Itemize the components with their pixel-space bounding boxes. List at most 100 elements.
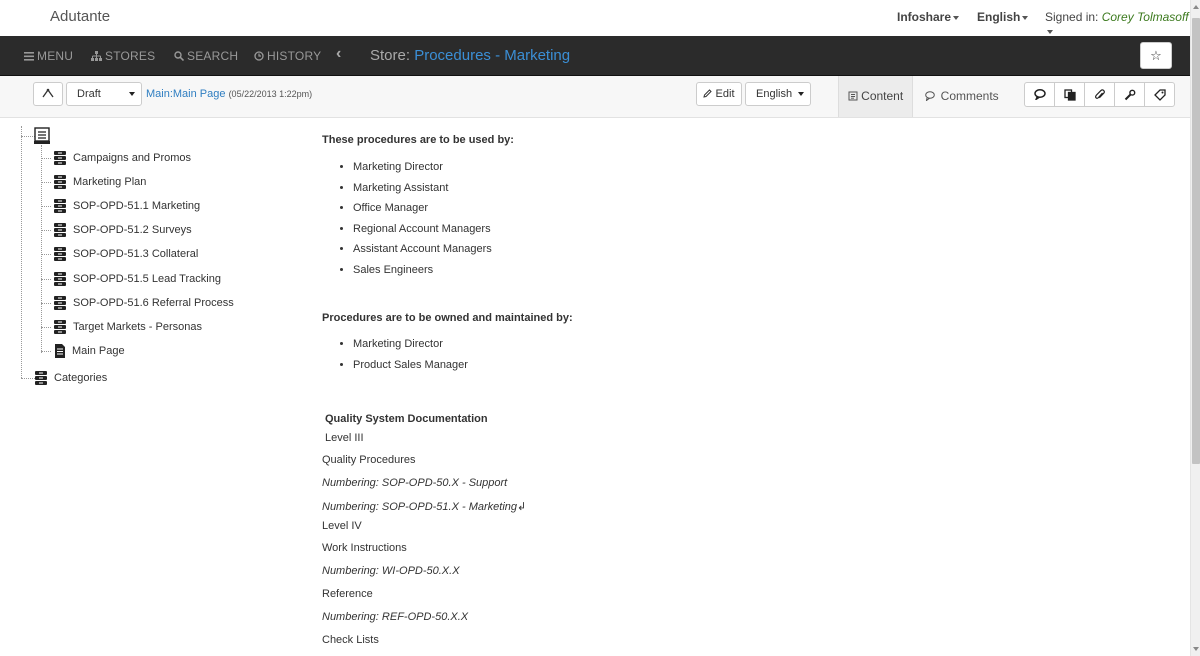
- chat-icon: [1033, 89, 1046, 100]
- numbering-wi-text: Numbering: WI-OPD-50.X.X: [322, 565, 460, 577]
- page-content: These procedures are to be used by: Mark…: [322, 118, 1182, 656]
- tree-item[interactable]: SOP-OPD-51.2 Surveys: [53, 220, 192, 240]
- page-date: (05/22/2013 1:22pm): [228, 89, 313, 99]
- qsd-heading: Quality System Documentation: [325, 413, 488, 425]
- tree-item-label: SOP-OPD-51.6 Referral Process: [73, 296, 234, 309]
- brand-name[interactable]: Adutante: [50, 8, 110, 25]
- copy-button[interactable]: [1054, 82, 1085, 107]
- folder-stack-icon: [53, 222, 67, 238]
- tree-connector: [41, 326, 51, 328]
- reference-text: Reference: [322, 588, 373, 600]
- tree-connector: [41, 278, 51, 280]
- discussion-button[interactable]: [1024, 82, 1055, 107]
- content-language-select[interactable]: English: [745, 82, 811, 106]
- used-by-list: Marketing DirectorMarketing AssistantOff…: [322, 157, 492, 281]
- folder-stack-icon: [53, 271, 67, 287]
- status-select[interactable]: Draft: [66, 82, 142, 106]
- edit-button[interactable]: Edit: [696, 82, 742, 106]
- scroll-thumb[interactable]: [1192, 18, 1200, 464]
- list-item: Marketing Assistant: [353, 178, 492, 199]
- tab-comments[interactable]: Comments: [916, 76, 1008, 117]
- folder-stack-icon: [53, 150, 67, 166]
- language-menu[interactable]: English: [977, 10, 1029, 24]
- tree-connector: [41, 351, 51, 352]
- comments-icon: [925, 91, 936, 102]
- nav-menu[interactable]: MENU: [24, 49, 73, 63]
- user-name: Corey Tolmasoff: [1101, 10, 1189, 24]
- pencil-icon: [703, 89, 713, 98]
- store-name-link[interactable]: Procedures - Marketing: [414, 47, 570, 64]
- check-lists-text: Check Lists: [322, 634, 379, 646]
- owned-by-list: Marketing DirectorProduct Sales Manager: [322, 334, 468, 375]
- caret-down-icon: [1047, 29, 1053, 34]
- tree-connector: [41, 302, 51, 304]
- tag-icon: [1153, 88, 1166, 101]
- store-title: Store: Procedures - Marketing: [370, 47, 570, 64]
- sitemap-icon: [91, 51, 102, 61]
- nav-history[interactable]: HISTORY: [254, 49, 321, 63]
- list-item: Marketing Director: [353, 157, 492, 178]
- nav-stores[interactable]: STORES: [91, 49, 155, 63]
- store-root-icon: [34, 127, 50, 145]
- history-icon: [254, 51, 264, 61]
- vertical-scrollbar[interactable]: [1190, 0, 1200, 656]
- tree-item-label: SOP-OPD-51.3 Collateral: [73, 248, 199, 261]
- copy-icon: [1063, 88, 1076, 101]
- search-icon: [174, 51, 185, 62]
- tree-item[interactable]: Target Markets - Personas: [53, 317, 202, 337]
- tree-item-main-page[interactable]: Main Page: [54, 341, 125, 361]
- tools-button[interactable]: [1114, 82, 1145, 107]
- attach-button[interactable]: [1084, 82, 1115, 107]
- numbering-support-text: Numbering: SOP-OPD-50.X - Support: [322, 477, 508, 489]
- folder-stack-icon: [53, 174, 67, 190]
- folder-stack-icon: [53, 295, 67, 311]
- tree-connector: [41, 182, 51, 184]
- tree-item[interactable]: SOP-OPD-51.3 Collateral: [53, 244, 198, 264]
- page-toolbar: Draft Main:Main Page (05/22/2013 1:22pm)…: [0, 76, 1190, 118]
- quality-procedures-text: Quality Procedures: [322, 454, 416, 466]
- tree-item-label: Target Markets - Personas: [73, 320, 202, 333]
- menu-icon: [24, 52, 34, 61]
- tree-item[interactable]: Marketing Plan: [53, 172, 146, 192]
- page-path: Main:Main Page (05/22/2013 1:22pm): [146, 88, 312, 100]
- tree-item[interactable]: SOP-OPD-51.5 Lead Tracking: [53, 269, 221, 289]
- used-by-heading: These procedures are to be used by:: [322, 134, 514, 146]
- user-menu[interactable]: Signed in: Corey Tolmasoff: [1045, 10, 1190, 38]
- list-item: Product Sales Manager: [353, 355, 468, 376]
- folder-stack-icon: [53, 319, 67, 335]
- scroll-down-arrow-icon[interactable]: [1193, 647, 1199, 651]
- tag-button[interactable]: [1144, 82, 1175, 107]
- tree-item-categories[interactable]: Categories: [34, 368, 107, 388]
- level-4-text: Level IV: [322, 520, 362, 532]
- numbering-ref-text: Numbering: REF-OPD-50.X.X: [322, 611, 469, 623]
- tab-content[interactable]: Content: [838, 76, 913, 117]
- folder-stack-icon: [53, 246, 67, 262]
- language-label: English: [977, 10, 1021, 24]
- numbering-marketing-text: Numbering: SOP-OPD-51.X - Marketing↲: [322, 501, 527, 513]
- tree-connector: [21, 378, 35, 379]
- favorite-button[interactable]: ☆: [1140, 42, 1172, 69]
- folder-stack-icon: [53, 198, 67, 214]
- infoshare-label: Infoshare: [897, 10, 952, 24]
- back-button[interactable]: ‹: [336, 45, 341, 63]
- tree-connector: [41, 158, 51, 159]
- list-item: Assistant Account Managers: [353, 239, 492, 260]
- content-language-value: English: [756, 88, 793, 100]
- folder-stack-icon: [34, 370, 48, 386]
- scroll-up-arrow-icon[interactable]: [1193, 5, 1199, 9]
- tree-item[interactable]: SOP-OPD-51.6 Referral Process: [53, 293, 234, 313]
- page-link[interactable]: Main:Main Page: [146, 88, 226, 100]
- owned-by-heading: Procedures are to be owned and maintaine…: [322, 312, 573, 324]
- tree-root[interactable]: [34, 126, 56, 146]
- main-navbar: MENU STORES SEARCH HISTORY ‹ Store: Proc…: [0, 36, 1190, 76]
- tree-item-label: Marketing Plan: [73, 176, 147, 189]
- infoshare-menu[interactable]: Infoshare: [897, 10, 960, 24]
- tree-item-label: SOP-OPD-51.1 Marketing: [73, 200, 201, 213]
- tree-item[interactable]: Campaigns and Promos: [53, 148, 191, 168]
- tree-toggle-button[interactable]: [33, 82, 63, 106]
- document-icon: [848, 91, 858, 101]
- nav-search[interactable]: SEARCH: [174, 49, 238, 63]
- tree-item[interactable]: SOP-OPD-51.1 Marketing: [53, 196, 200, 216]
- list-item: Regional Account Managers: [353, 219, 492, 240]
- tree-item-label: SOP-OPD-51.5 Lead Tracking: [73, 272, 221, 285]
